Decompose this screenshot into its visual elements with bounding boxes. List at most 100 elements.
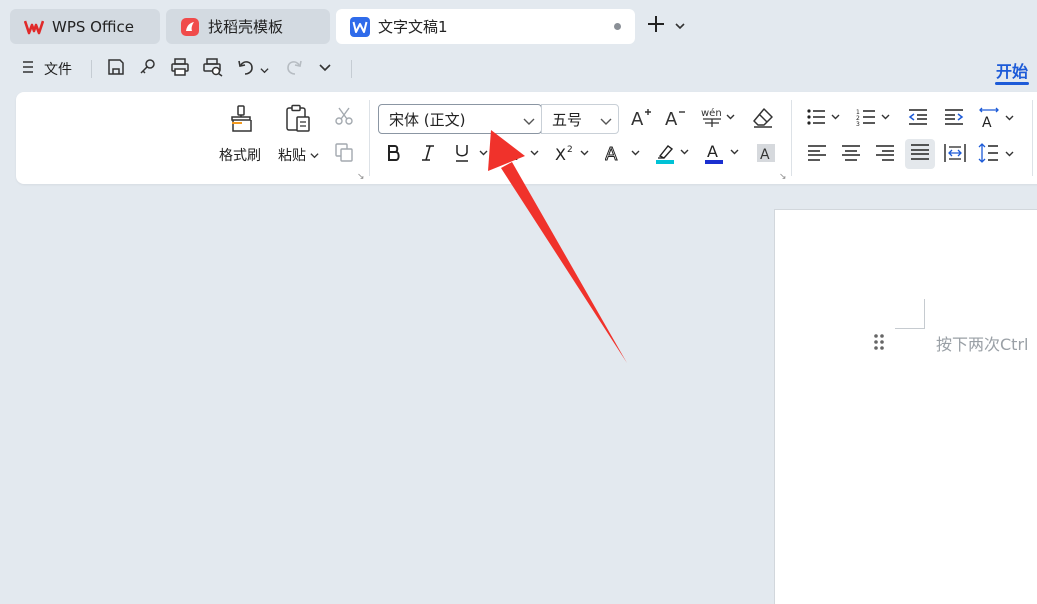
customize-quick-access-button[interactable] (318, 56, 332, 82)
text-direction-button[interactable]: A (978, 107, 1016, 131)
svg-text:A: A (605, 144, 618, 163)
svg-text:X: X (555, 145, 566, 163)
document-placeholder-hint: 按下两次Ctrl (936, 335, 1029, 354)
align-right-button[interactable] (872, 142, 898, 168)
distributed-align-button[interactable] (942, 142, 968, 168)
file-menu-button[interactable]: 文件 (22, 56, 72, 82)
strikethrough-button[interactable]: A (504, 143, 542, 167)
tab-docer-templates[interactable]: 找稻壳模板 (166, 9, 330, 44)
numbered-list-icon: 123 (856, 107, 892, 131)
superscript-button[interactable]: X2 (554, 143, 592, 167)
line-spacing-icon (978, 142, 1016, 168)
underline-button[interactable] (452, 143, 490, 167)
format-painter-label: 格式刷 (219, 148, 261, 164)
new-tab-plus-icon[interactable] (646, 14, 666, 38)
clipboard-group-expand-icon[interactable]: ↘ (357, 172, 365, 182)
font-color-icon: A (705, 141, 741, 169)
tab-label: 找稻壳模板 (208, 18, 284, 36)
svg-text:A: A (760, 147, 770, 163)
character-shading-button[interactable]: A (754, 143, 778, 167)
align-right-icon (875, 144, 895, 166)
quick-access-bar: 文件 开始 (0, 52, 1037, 86)
writer-logo-icon (350, 16, 370, 37)
text-effects-button[interactable]: A (604, 143, 642, 167)
redo-button[interactable] (284, 56, 304, 82)
tab-label: WPS Office (52, 17, 134, 36)
print-preview-button[interactable] (202, 56, 224, 82)
font-name-select[interactable]: 宋体 (正文) (378, 104, 542, 134)
font-name-chevron-icon[interactable] (523, 113, 535, 131)
clear-formatting-button[interactable] (750, 106, 776, 132)
margin-marker-horizontal (895, 328, 925, 329)
outdent-icon (908, 107, 928, 131)
font-size-chevron-icon[interactable] (600, 113, 612, 131)
print-button[interactable] (170, 56, 190, 82)
decrease-font-size-button[interactable]: A (664, 107, 688, 131)
divider (351, 60, 352, 78)
justify-icon (910, 143, 930, 165)
font-name-value: 宋体 (正文) (389, 110, 466, 129)
align-left-button[interactable] (804, 142, 830, 168)
tab-label: 文字文稿1 (378, 18, 448, 36)
align-left-icon (807, 144, 827, 166)
divider (91, 60, 92, 78)
bullets-button[interactable] (806, 107, 842, 131)
print-icon (170, 57, 190, 81)
output-button[interactable] (138, 56, 158, 82)
document-page[interactable] (774, 209, 1037, 604)
increase-font-size-button[interactable]: A (630, 107, 654, 131)
format-painter-button[interactable] (224, 104, 260, 138)
redo-icon (284, 57, 304, 81)
divider (1032, 100, 1033, 176)
align-center-button[interactable] (838, 142, 864, 168)
line-spacing-button[interactable] (978, 142, 1016, 168)
link-output-icon (138, 57, 158, 81)
font-color-button[interactable]: A (704, 142, 742, 168)
distributed-align-icon (944, 143, 966, 167)
chevron-down-icon (318, 60, 332, 79)
increase-indent-button[interactable] (942, 107, 966, 131)
undo-chevron-icon (260, 60, 269, 79)
menu-lines-icon (22, 60, 34, 78)
paste-button[interactable] (282, 104, 314, 138)
font-grow-icon: A (630, 106, 654, 132)
tab-bar: WPS Office 找稻壳模板 文字文稿1 (0, 0, 1037, 50)
highlight-color-button[interactable] (654, 142, 692, 168)
divider (369, 100, 370, 176)
font-group-expand-icon[interactable]: ↘ (779, 172, 787, 182)
copy-button[interactable] (332, 142, 356, 166)
svg-text:A: A (707, 142, 718, 161)
font-size-select[interactable]: 五号 (541, 104, 619, 134)
justify-button[interactable] (905, 139, 935, 169)
file-menu-label: 文件 (44, 62, 72, 78)
decrease-indent-button[interactable] (906, 107, 930, 131)
underline-icon (453, 143, 489, 167)
tab-start[interactable]: 开始 (996, 58, 1028, 82)
strikethrough-icon: A (505, 143, 541, 167)
numbering-button[interactable]: 123 (856, 107, 892, 131)
font-size-value: 五号 (552, 110, 583, 129)
margin-marker-vertical (924, 299, 925, 329)
tab-list-chevron-icon[interactable] (674, 17, 686, 36)
bold-icon (386, 144, 402, 166)
phonetic-guide-button[interactable]: wén (700, 107, 738, 131)
cut-button[interactable] (332, 106, 356, 130)
font-shrink-icon: A (664, 106, 688, 132)
align-center-icon (841, 144, 861, 166)
italic-button[interactable] (416, 143, 440, 167)
ribbon: 格式刷 粘贴 ↘ 宋体 (正文) 五号 A A wén A X 2 A A A … (16, 92, 1037, 184)
print-preview-icon (202, 57, 224, 81)
bold-button[interactable] (382, 143, 406, 167)
tab-document-1[interactable]: 文字文稿1 (336, 9, 635, 44)
paragraph-drag-handle-icon[interactable] (873, 333, 885, 355)
undo-button[interactable] (236, 56, 269, 82)
paste-chevron-icon (310, 153, 320, 159)
save-button[interactable] (106, 56, 126, 82)
character-shading-icon: A (756, 143, 776, 167)
copy-icon (333, 141, 355, 167)
unsaved-dot-icon (614, 23, 621, 30)
undo-icon (236, 57, 256, 81)
bullet-list-icon (806, 107, 842, 131)
paste-label[interactable]: 粘贴 (278, 145, 320, 165)
tab-wps-office[interactable]: WPS Office (10, 9, 160, 44)
